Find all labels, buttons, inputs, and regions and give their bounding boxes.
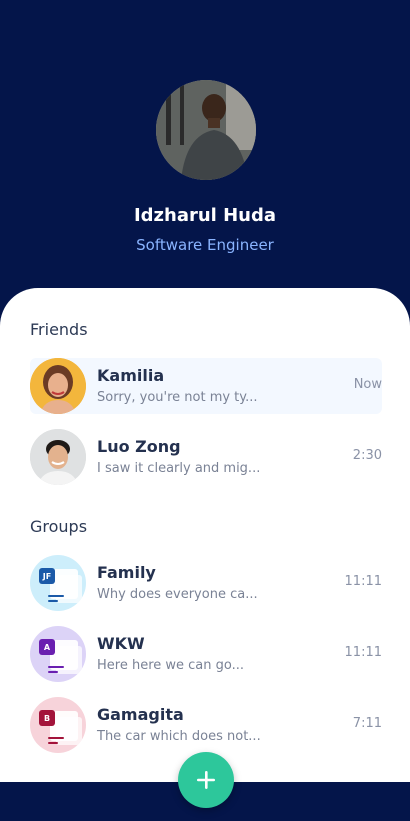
group-row-wkw[interactable]: A WKW Here here we can go... 11:11 [30,626,382,682]
message-time: 2:30 [352,448,382,463]
group-name: WKW [97,634,145,653]
last-message: I saw it clearly and mig... [97,461,261,476]
group-badge: A [39,639,55,655]
new-chat-button[interactable] [178,752,234,808]
friends-section-title: Friends [30,320,88,339]
avatar [30,429,86,485]
group-badge: B [39,710,55,726]
group-avatar: JF [30,555,86,611]
message-time: 7:11 [352,716,382,731]
friend-row-kamilia[interactable]: Kamilia Sorry, you're not my ty... Now [30,358,382,414]
message-time: Now [353,377,382,392]
message-time: 11:11 [344,645,382,660]
profile-avatar[interactable] [156,80,256,180]
group-avatar: A [30,626,86,682]
profile-name: Idzharul Huda [133,205,277,226]
last-message: Here here we can go... [97,658,245,673]
profile-header: Idzharul Huda Software Engineer [0,0,410,300]
group-avatar: B [30,697,86,753]
profile-role: Software Engineer [136,236,274,254]
group-name: Gamagita [97,705,184,724]
last-message: Why does everyone ca... [97,587,258,602]
group-row-family[interactable]: JF Family Why does everyone ca... 11:11 [30,555,382,611]
friend-row-luo-zong[interactable]: Luo Zong I saw it clearly and mig... 2:3… [30,429,382,485]
message-time: 11:11 [344,574,382,589]
group-name: Family [97,563,156,582]
contact-name: Luo Zong [97,437,181,456]
avatar [30,358,86,414]
last-message: Sorry, you're not my ty... [97,390,258,405]
group-badge: JF [39,568,55,584]
plus-icon [197,771,215,789]
groups-section-title: Groups [30,517,88,536]
last-message: The car which does not... [97,729,261,744]
contact-name: Kamilia [97,366,165,385]
chat-list-card: Friends Kamilia Sorry, you're not my ty.… [0,288,410,782]
group-row-gamagita[interactable]: B Gamagita The car which does not... 7:1… [30,697,382,753]
